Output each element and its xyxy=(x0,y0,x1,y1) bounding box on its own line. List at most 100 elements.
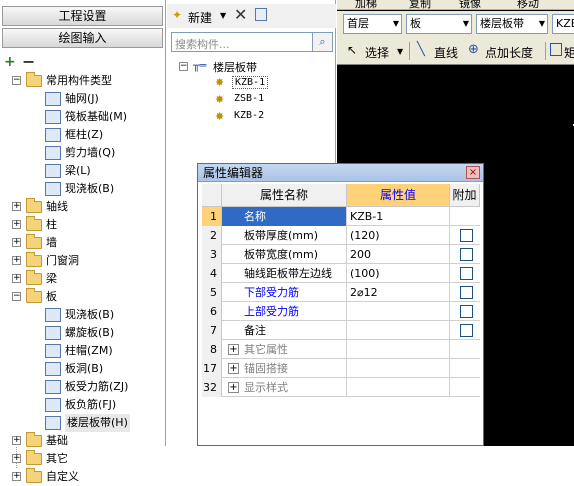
tree-item[interactable]: 梁(L) xyxy=(0,162,166,180)
tree-item[interactable]: 板受力筋(ZJ) xyxy=(0,378,166,396)
tree-item[interactable]: 柱帽(ZM) xyxy=(0,342,166,360)
tree-folder[interactable]: + 基础 xyxy=(0,432,166,450)
expand-icon[interactable]: + xyxy=(228,344,239,355)
copy-icon[interactable] xyxy=(255,8,267,21)
new-button[interactable]: 新建 xyxy=(188,9,212,26)
property-name-text: 其它属性 xyxy=(244,343,288,356)
tree-item[interactable]: 框柱(Z) xyxy=(0,126,166,144)
member-select[interactable]: KZB- xyxy=(552,14,574,34)
expand-icon[interactable]: + xyxy=(12,202,21,211)
type-select[interactable]: 楼层板带 ▼ xyxy=(476,14,548,34)
property-row[interactable]: 2 板带厚度(mm) (120) xyxy=(202,226,480,245)
tree-folder[interactable]: + 柱 xyxy=(0,216,166,234)
point-length-icon[interactable]: ⊕ xyxy=(468,42,479,57)
delete-icon[interactable]: ✕ xyxy=(234,5,247,24)
category-select[interactable]: 板 ▼ xyxy=(406,14,472,34)
tree-item[interactable]: 楼层板带(H) xyxy=(0,414,166,432)
expand-icon[interactable]: + xyxy=(12,238,21,247)
close-icon[interactable]: × xyxy=(466,166,480,179)
toolbar-item[interactable]: 移动 xyxy=(517,0,539,9)
search-icon[interactable]: ⌕ xyxy=(312,33,332,51)
expand-icon[interactable]: + xyxy=(12,436,21,445)
toolbar-item[interactable]: 镜像 xyxy=(459,0,481,9)
component-item[interactable]: KZB-2 xyxy=(232,110,266,121)
add-checkbox[interactable] xyxy=(460,324,473,337)
add-checkbox[interactable] xyxy=(460,267,473,280)
add-checkbox[interactable] xyxy=(460,305,473,318)
property-value[interactable]: (120) xyxy=(347,226,450,245)
property-value[interactable] xyxy=(347,378,450,397)
tree-folder[interactable]: − 常用构件类型 xyxy=(0,72,166,90)
project-settings-button[interactable]: 工程设置 xyxy=(2,6,163,26)
drawing-input-button[interactable]: 绘图输入 xyxy=(2,28,163,48)
cursor-icon[interactable]: ↖ xyxy=(347,43,357,57)
property-row[interactable]: 17 + 锚固搭接 xyxy=(202,359,480,378)
expand-icon[interactable]: + xyxy=(12,454,21,463)
chevron-down-icon[interactable]: ▼ xyxy=(220,11,226,20)
component-item[interactable]: ZSB-1 xyxy=(232,93,266,104)
tree-root-label[interactable]: 楼层板带 xyxy=(213,59,257,75)
property-value[interactable] xyxy=(347,340,450,359)
property-row[interactable]: 32 + 显示样式 xyxy=(202,378,480,397)
property-value[interactable]: 200 xyxy=(347,245,450,264)
tree-item[interactable]: 现浇板(B) xyxy=(0,306,166,324)
expand-icon[interactable]: + xyxy=(12,472,21,481)
add-checkbox[interactable] xyxy=(460,248,473,261)
property-row[interactable]: 8 + 其它属性 xyxy=(202,340,480,359)
collapse-icon[interactable]: − xyxy=(12,292,21,301)
tree-item[interactable]: 螺旋板(B) xyxy=(0,324,166,342)
property-row[interactable]: 4 轴线距板带左边线 (100) xyxy=(202,264,480,283)
row-number: 8 xyxy=(202,340,222,359)
point-length-button[interactable]: 点加长度 xyxy=(485,44,533,61)
toolbar-item[interactable]: 复制 xyxy=(409,0,431,9)
expand-icon[interactable]: + xyxy=(12,256,21,265)
add-checkbox[interactable] xyxy=(460,229,473,242)
rect-icon[interactable] xyxy=(550,43,562,56)
property-row[interactable]: 6 上部受力筋 xyxy=(202,302,480,321)
layer-toolbar: 首层▼ 板▼ 楼层板带▼ KZB- xyxy=(337,11,574,37)
property-value[interactable] xyxy=(347,321,450,340)
property-value[interactable]: 2⌀12 xyxy=(347,283,450,302)
chevron-down-icon[interactable]: ▼ xyxy=(397,47,403,56)
rect-button[interactable]: 矩 xyxy=(564,44,574,61)
tree-item[interactable]: 板负筋(FJ) xyxy=(0,396,166,414)
tree-folder[interactable]: + 墙 xyxy=(0,234,166,252)
tree-root-expand[interactable]: − xyxy=(179,62,188,71)
component-item[interactable]: KZB-1 xyxy=(232,76,269,89)
collapse-icon[interactable]: − xyxy=(12,76,21,85)
tree-folder[interactable]: + 轴线 xyxy=(0,198,166,216)
tree-folder[interactable]: + 其它 xyxy=(0,450,166,468)
expand-icon[interactable]: + xyxy=(228,363,239,374)
tree-item[interactable]: 轴网(J) xyxy=(0,90,166,108)
tree-item[interactable]: 现浇板(B) xyxy=(0,180,166,198)
expand-icon[interactable]: + xyxy=(228,382,239,393)
property-value[interactable] xyxy=(347,359,450,378)
collapse-all-icon[interactable]: − xyxy=(22,52,35,71)
toolbar-item[interactable]: 加梯 xyxy=(355,0,377,9)
tree-folder[interactable]: + 梁 xyxy=(0,270,166,288)
property-value[interactable]: (100) xyxy=(347,264,450,283)
tree-item[interactable]: 板洞(B) xyxy=(0,360,166,378)
floor-select[interactable]: 首层 ▼ xyxy=(343,14,402,34)
tree-item[interactable]: 剪力墙(Q) xyxy=(0,144,166,162)
property-row[interactable]: 7 备注 xyxy=(202,321,480,340)
search-input[interactable]: 搜索构件... ⌕ xyxy=(171,32,333,52)
tree-folder[interactable]: − 板 xyxy=(0,288,166,306)
tree-folder[interactable]: + 自定义 xyxy=(0,468,166,486)
expand-icon[interactable]: + xyxy=(12,274,21,283)
tree-item[interactable]: 筏板基础(M) xyxy=(0,108,166,126)
select-button[interactable]: 选择 xyxy=(365,44,389,61)
property-row[interactable]: 5 下部受力筋 2⌀12 xyxy=(202,283,480,302)
new-icon[interactable]: ✦ xyxy=(172,8,182,22)
property-value[interactable]: KZB-1 xyxy=(347,207,450,226)
tree-folder[interactable]: + 门窗洞 xyxy=(0,252,166,270)
line-icon[interactable]: ╲ xyxy=(417,42,425,57)
add-checkbox[interactable] xyxy=(460,286,473,299)
category-value: 板 xyxy=(410,17,421,30)
expand-all-icon[interactable]: + xyxy=(4,54,16,70)
line-button[interactable]: 直线 xyxy=(434,44,458,61)
expand-icon[interactable]: + xyxy=(12,220,21,229)
property-row[interactable]: 3 板带宽度(mm) 200 xyxy=(202,245,480,264)
property-row[interactable]: 1 名称 KZB-1 xyxy=(202,207,480,226)
property-value[interactable] xyxy=(347,302,450,321)
